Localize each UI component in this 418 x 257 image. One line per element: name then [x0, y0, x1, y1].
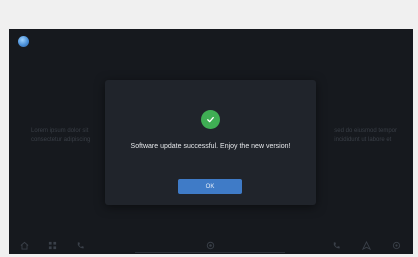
checkmark-icon: [207, 116, 214, 123]
background-text-right: sed do eiusmod tempor incididunt ut labo…: [334, 127, 397, 145]
background-line: Lorem ipsum dolor sit: [31, 128, 89, 134]
dialog-message: Software update successful. Enjoy the ne…: [130, 143, 291, 150]
grid-icon[interactable]: [47, 240, 57, 250]
circle-dot-icon[interactable]: [205, 240, 215, 250]
ok-button[interactable]: OK: [178, 179, 242, 194]
screen: Lorem ipsum dolor sit consectetur adipis…: [9, 29, 413, 254]
check-circle-icon: [201, 110, 220, 129]
update-dialog: Software update successful. Enjoy the ne…: [105, 80, 316, 205]
navigation-icon[interactable]: [361, 240, 371, 250]
home-icon[interactable]: [19, 240, 29, 250]
background-text-left: Lorem ipsum dolor sit consectetur adipis…: [31, 127, 90, 145]
status-dot-icon: [18, 36, 29, 47]
background-line: consectetur adipiscing: [31, 137, 91, 143]
background-line: sed do eiusmod tempor: [334, 128, 397, 134]
bottom-navigation-bar: [9, 236, 413, 254]
phone-icon[interactable]: [75, 240, 85, 250]
device-frame: Lorem ipsum dolor sit consectetur adipis…: [0, 0, 418, 257]
background-line: incididunt ut labore et: [334, 137, 392, 143]
bottom-divider: [135, 252, 285, 253]
settings-icon[interactable]: [391, 240, 401, 250]
call-icon[interactable]: [331, 240, 341, 250]
